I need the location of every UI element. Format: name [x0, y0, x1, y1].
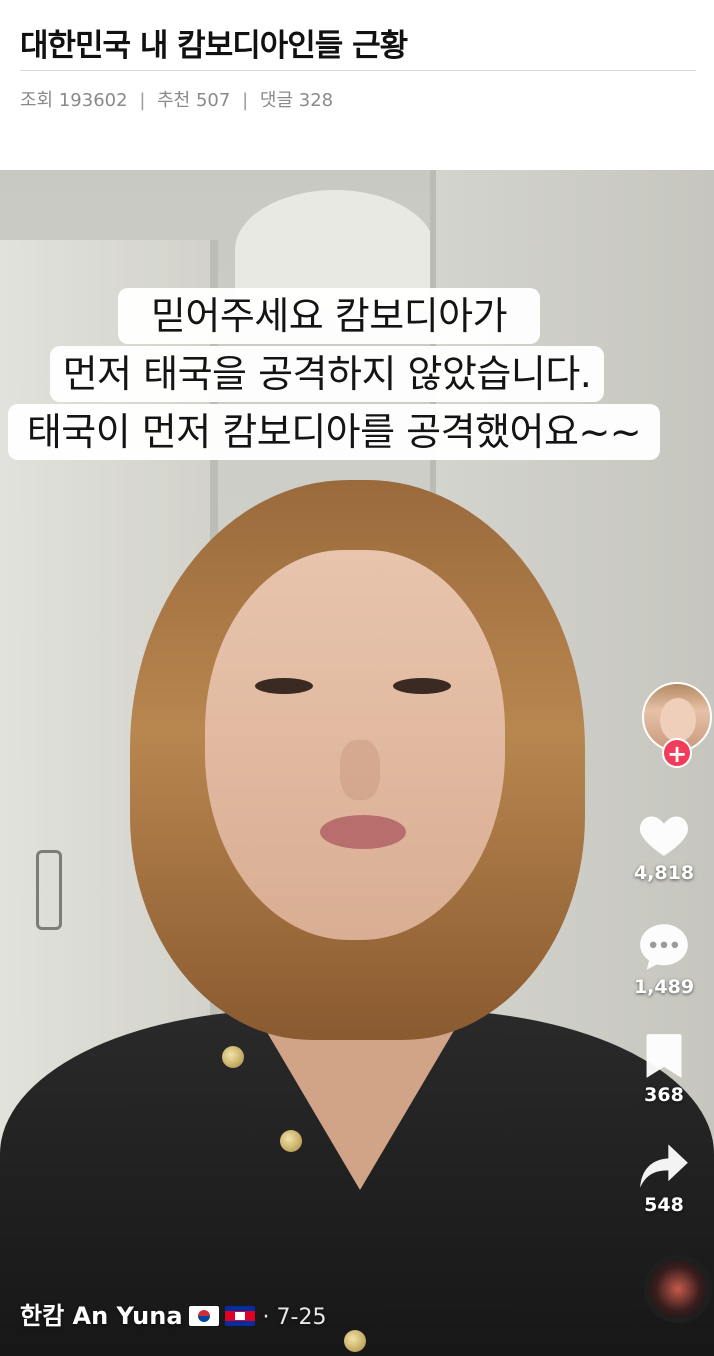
stats-separator: |: [139, 90, 146, 111]
caption-line: 태국이 먼저 캄보디아를 공격했어요~~: [8, 404, 660, 460]
shirt-button: [222, 1046, 244, 1068]
presenter: [0, 480, 714, 1356]
presenter-eye-left: [255, 678, 313, 694]
header-divider: [20, 70, 696, 71]
south-korea-flag-icon: [188, 1306, 219, 1326]
caption-line: 믿어주세요 캄보디아가: [118, 288, 540, 344]
video-author[interactable]: 한캄 An Yuna · 7-25: [20, 1296, 326, 1331]
like-button[interactable]: 4,818: [601, 810, 714, 884]
recommend-count: 507: [195, 90, 231, 111]
save-button[interactable]: 368: [601, 1032, 714, 1106]
share-button[interactable]: 548: [601, 1142, 714, 1216]
comments-count: 328: [298, 90, 334, 111]
video-player[interactable]: 믿어주세요 캄보디아가 먼저 태국을 공격하지 않았습니다. 태국이 먼저 캄보…: [0, 170, 714, 1356]
comment-bubble-icon: [640, 924, 688, 970]
post-title: 대한민국 내 캄보디아인들 근황: [20, 28, 408, 64]
views-count: 193602: [58, 90, 128, 111]
like-count: 4,818: [633, 862, 695, 884]
presenter-eye-right: [393, 678, 451, 694]
shirt-button: [280, 1130, 302, 1152]
post-date: · 7-25: [262, 1305, 327, 1330]
author-name: 한캄 An Yuna: [20, 1302, 183, 1330]
comment-count: 1,489: [633, 976, 695, 998]
shirt-button: [344, 1330, 366, 1352]
comment-button[interactable]: 1,489: [601, 922, 714, 998]
presenter-lips: [320, 815, 406, 849]
post-stats: 조회 193602 | 추천 507 | 댓글 328: [20, 86, 333, 112]
share-arrow-icon: [640, 1144, 688, 1188]
share-count: 548: [644, 1194, 684, 1216]
action-rail: + 4,818 1,489 368 548: [614, 170, 714, 1356]
comments-label: 댓글: [259, 90, 294, 111]
presenter-nose: [340, 740, 380, 800]
views-label: 조회: [20, 90, 54, 111]
cambodia-flag-icon: [224, 1306, 255, 1326]
stats-separator: |: [242, 90, 249, 111]
recommend-label: 추천: [157, 90, 191, 111]
caption-line: 먼저 태국을 공격하지 않았습니다.: [50, 346, 604, 402]
post-header: 대한민국 내 캄보디아인들 근황 조회 193602 | 추천 507 | 댓글…: [0, 0, 714, 170]
music-disc[interactable]: [644, 1255, 712, 1323]
save-count: 368: [644, 1084, 684, 1106]
follow-button[interactable]: +: [662, 738, 692, 768]
bookmark-icon: [646, 1034, 682, 1078]
heart-icon: [639, 816, 689, 856]
